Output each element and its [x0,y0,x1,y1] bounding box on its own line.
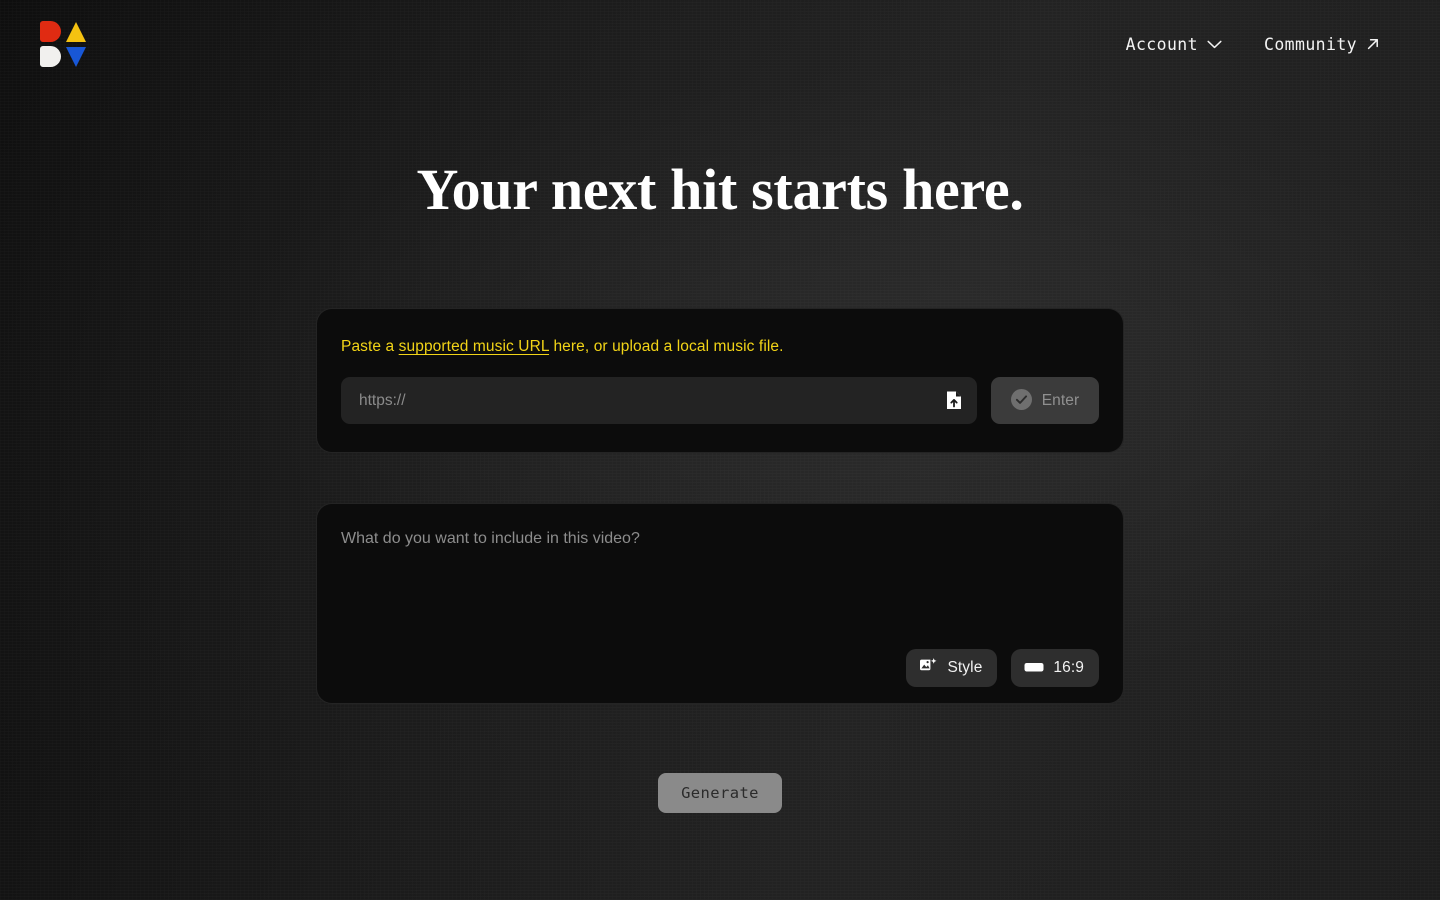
supported-music-url-link[interactable]: supported music URL [399,338,549,355]
style-button[interactable]: Style [906,649,998,687]
app-root: Account Community Your next hit starts h… [0,0,1440,900]
nav-community-link[interactable]: Community [1264,35,1380,54]
logo-tile-red-d-icon [40,21,61,42]
music-url-input[interactable] [341,377,977,424]
top-navigation-bar: Account Community [0,0,1440,88]
check-circle-icon [1010,388,1032,413]
header-nav-links: Account Community [1126,35,1380,54]
music-url-input-row: Enter [341,377,1099,424]
hint-prefix-text: Paste a [341,338,399,355]
enter-button[interactable]: Enter [991,377,1099,424]
music-url-panel: Paste a supported music URL here, or upl… [316,308,1124,453]
music-url-input-wrapper [341,377,977,424]
video-prompt-input[interactable] [339,524,1101,649]
chevron-down-icon [1207,40,1222,49]
hint-suffix-text: here, or upload a local music file. [549,338,784,355]
aspect-ratio-button[interactable]: 16:9 [1011,649,1099,687]
image-add-icon [919,657,938,679]
generate-button[interactable]: Generate [658,773,782,813]
nav-account-menu[interactable]: Account [1126,35,1222,54]
style-button-label: Style [947,659,983,676]
aspect-ratio-button-label: 16:9 [1053,659,1084,676]
enter-button-label: Enter [1041,391,1080,409]
video-prompt-panel: Style 16:9 [316,503,1124,704]
arrow-up-right-icon [1366,37,1380,51]
nav-community-label: Community [1263,34,1357,54]
nav-account-label: Account [1125,34,1198,54]
app-logo[interactable] [40,21,86,67]
logo-tile-yellow-triangle-up-icon [65,21,86,42]
file-upload-icon[interactable] [943,390,965,412]
prompt-toolbar: Style 16:9 [339,649,1101,687]
logo-tile-blue-triangle-down-icon [65,46,86,67]
page-title: Your next hit starts here. [416,157,1024,222]
aspect-ratio-icon [1024,660,1044,677]
music-url-hint: Paste a supported music URL here, or upl… [341,337,1099,357]
logo-tile-white-d-icon [40,46,61,67]
